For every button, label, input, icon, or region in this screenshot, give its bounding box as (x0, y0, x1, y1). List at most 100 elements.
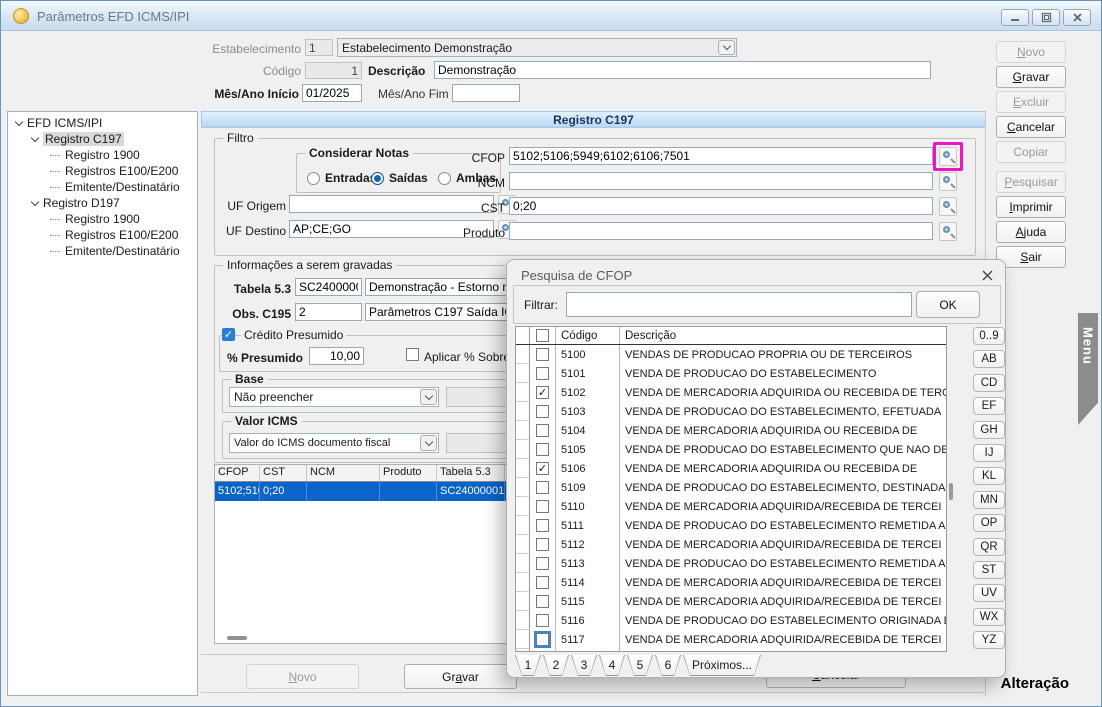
cfop-row-5111[interactable]: 5111VENDA DE PRODUCAO DO ESTABELECIMENTO… (516, 516, 946, 535)
copiar-button[interactable]: Copiar (996, 141, 1066, 163)
ajuda-button[interactable]: Ajuda (996, 221, 1066, 243)
cst-field[interactable] (509, 197, 933, 215)
ncm-field[interactable] (509, 172, 933, 190)
estabelecimento-code-field[interactable] (305, 39, 333, 56)
tree-item-emitente-destinat-rio[interactable]: Emitente/Destinatário (8, 179, 197, 195)
checkbox-unchecked[interactable] (536, 633, 549, 646)
tree-item-registros-e100-e200[interactable]: Registros E100/E200 (8, 163, 197, 179)
cfop-row-5104[interactable]: 5104VENDA DE MERCADORIA ADQUIRIDA OU REC… (516, 421, 946, 440)
tree-item-emitente-destinat-rio[interactable]: Emitente/Destinatário (8, 243, 197, 259)
index-button-YZ[interactable]: YZ (973, 631, 1005, 649)
index-button-GH[interactable]: GH (973, 421, 1005, 439)
checkbox-unchecked[interactable] (536, 519, 549, 532)
cfop-row-5110[interactable]: 5110VENDA DE MERCADORIA ADQUIRIDA/RECEBI… (516, 497, 946, 516)
index-button-AB[interactable]: AB (973, 350, 1005, 368)
novo-button[interactable]: Novo (996, 41, 1066, 63)
codigo-field[interactable] (305, 62, 362, 79)
gravar-button[interactable]: Gravar (996, 66, 1066, 88)
page-tab-Prximos[interactable]: Próximos... (683, 655, 761, 676)
cfop-row-5106[interactable]: ✓5106VENDA DE MERCADORIA ADQUIRIDA OU RE… (516, 459, 946, 478)
tree-item-registro-d197[interactable]: Registro D197 (8, 195, 197, 211)
gravar-button-bottom[interactable]: Gravar (404, 664, 517, 689)
sair-button[interactable]: Sair (996, 246, 1066, 268)
grid-column-header[interactable]: NCM (307, 465, 380, 481)
produto-field[interactable] (509, 222, 933, 240)
checkbox-unchecked[interactable] (536, 500, 549, 513)
grid-hscrollbar-thumb[interactable] (227, 636, 247, 640)
tree-item-registros-e100-e200[interactable]: Registros E100/E200 (8, 227, 197, 243)
cfop-row-5105[interactable]: 5105VENDA DE PRODUCAO DO ESTABELECIMENTO… (516, 440, 946, 459)
maximize-button[interactable] (1032, 9, 1060, 26)
checkbox-unchecked[interactable] (536, 481, 549, 494)
cfop-row-5109[interactable]: 5109VENDA DE PRODUCAO DO ESTABELECIMENTO… (516, 478, 946, 497)
index-button-QR[interactable]: QR (973, 538, 1005, 556)
grid-column-header[interactable]: CFOP (215, 465, 260, 481)
cfop-row-5103[interactable]: 5103VENDA DE PRODUCAO DO ESTABELECIMENTO… (516, 402, 946, 421)
base-combo[interactable]: Não preencher (229, 387, 439, 407)
cfop-row-5114[interactable]: 5114VENDA DE MERCADORIA ADQUIRIDA/RECEBI… (516, 573, 946, 592)
radio-saidas[interactable]: Saídas (371, 171, 428, 185)
checkbox-unchecked[interactable] (536, 538, 549, 551)
cfop-row-5100[interactable]: 5100VENDAS DE PRODUCAO PROPRIA OU DE TER… (516, 345, 946, 364)
cfop-field[interactable] (509, 147, 933, 165)
cfop-row-5118[interactable]: 5118VENDA DE PRODUCAO DO ESTABELECIMENTO… (516, 649, 946, 652)
valor-icms-combo[interactable]: Valor do ICMS documento fiscal (229, 433, 439, 453)
checkbox-checked[interactable]: ✓ (536, 462, 549, 475)
checkbox-unchecked[interactable] (536, 443, 549, 456)
cfop-row-5117[interactable]: 5117VENDA DE MERCADORIA ADQUIRIDA/RECEBI… (516, 630, 946, 649)
pct-presumido-field[interactable] (309, 347, 364, 365)
minimize-button[interactable] (1001, 9, 1029, 26)
checkbox-unchecked[interactable] (536, 557, 549, 570)
cancelar-button[interactable]: Cancelar (996, 116, 1066, 138)
cfop-row-5102[interactable]: ✓5102VENDA DE MERCADORIA ADQUIRIDA OU RE… (516, 383, 946, 402)
grid-column-header[interactable]: Tabela 5.3 (437, 465, 505, 481)
tree-item-efd-icms-ipi[interactable]: EFD ICMS/IPI (8, 115, 197, 131)
cfop-row-5112[interactable]: 5112VENDA DE MERCADORIA ADQUIRIDA/RECEBI… (516, 535, 946, 554)
index-button-09[interactable]: 0..9 (973, 327, 1005, 345)
checkbox-unchecked[interactable] (536, 595, 549, 608)
grid-column-header[interactable]: CST (260, 465, 307, 481)
produto-search-button[interactable] (939, 222, 957, 241)
page-tab-5[interactable]: 5 (627, 655, 653, 676)
index-button-UV[interactable]: UV (973, 584, 1005, 602)
imprimir-button[interactable]: Imprimir (996, 196, 1066, 218)
base-combo-arrow[interactable] (420, 389, 437, 405)
novo-button-bottom[interactable]: Novo (246, 664, 359, 689)
mes-ano-inicio-field[interactable] (302, 84, 362, 102)
tabela53-code-field[interactable] (295, 278, 362, 296)
obs-c195-code-field[interactable] (295, 303, 362, 321)
aplicar-sobre-base-checkbox[interactable] (406, 348, 419, 361)
tree-item-registro-1900[interactable]: Registro 1900 (8, 211, 197, 227)
select-all-checkbox[interactable] (536, 329, 549, 342)
valor-icms-combo-arrow[interactable] (420, 435, 437, 451)
descricao-column-header[interactable]: Descrição (620, 330, 946, 342)
page-tab-4[interactable]: 4 (599, 655, 625, 676)
page-tab-1[interactable]: 1 (515, 655, 541, 676)
filtrar-input[interactable] (566, 292, 912, 317)
menu-tab[interactable]: Menu (1078, 313, 1098, 425)
index-button-ST[interactable]: ST (973, 561, 1005, 579)
credito-presumido-checkbox[interactable]: ✓ (222, 328, 235, 341)
cfop-row-5116[interactable]: 5116VENDA DE PRODUCAO DO ESTABELECIMENTO… (516, 611, 946, 630)
mes-ano-fim-field[interactable] (452, 84, 520, 102)
page-tab-6[interactable]: 6 (655, 655, 681, 676)
ncm-search-button[interactable] (939, 172, 957, 191)
checkbox-unchecked[interactable] (536, 348, 549, 361)
estabelecimento-combo[interactable]: Estabelecimento Demonstração (337, 38, 737, 57)
cfop-row-5101[interactable]: 5101VENDA DE PRODUCAO DO ESTABELECIMENTO (516, 364, 946, 383)
ok-button[interactable]: OK (916, 291, 980, 318)
grid-column-header[interactable]: Produto (380, 465, 437, 481)
checkbox-unchecked[interactable] (536, 614, 549, 627)
page-tab-2[interactable]: 2 (543, 655, 569, 676)
index-button-OP[interactable]: OP (973, 514, 1005, 532)
close-button[interactable] (1063, 9, 1091, 26)
index-button-WX[interactable]: WX (973, 608, 1005, 626)
checkbox-unchecked[interactable] (536, 405, 549, 418)
page-tab-3[interactable]: 3 (571, 655, 597, 676)
estabelecimento-combo-arrow[interactable] (718, 40, 735, 55)
checkbox-unchecked[interactable] (536, 576, 549, 589)
cfop-list-vscrollbar-thumb[interactable] (949, 483, 953, 500)
index-button-CD[interactable]: CD (973, 374, 1005, 392)
pesquisar-button[interactable]: Pesquisar (996, 171, 1066, 193)
index-button-IJ[interactable]: IJ (973, 444, 1005, 462)
